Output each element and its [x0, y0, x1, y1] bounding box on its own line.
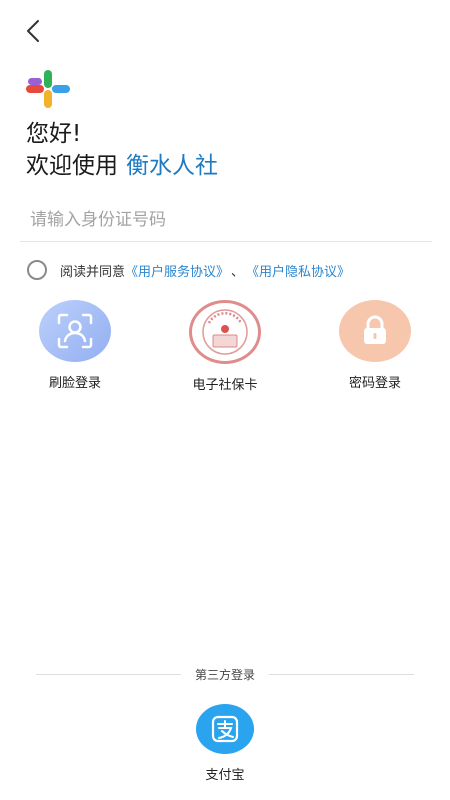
social-security-card-button[interactable]: 电子社保卡 [175, 300, 275, 393]
divider-right [269, 673, 415, 675]
agreement-checkbox[interactable] [27, 260, 47, 280]
alipay-login-button[interactable]: 支付宝 [175, 704, 275, 783]
alipay-label: 支付宝 [205, 768, 245, 783]
greeting-text: 您好! [26, 121, 82, 147]
chevron-left-icon [27, 20, 39, 42]
service-agreement-link[interactable]: 《用户服务协议》 [125, 261, 229, 280]
social-security-card-icon [202, 309, 248, 355]
divider-left [36, 673, 181, 675]
agreement-prefix: 阅读并同意 [60, 264, 126, 280]
agreement-separator: 、 [231, 264, 245, 280]
face-login-button[interactable]: 刷脸登录 [25, 300, 125, 391]
password-login-button[interactable]: 密码登录 [325, 300, 425, 391]
face-login-label: 刷脸登录 [48, 376, 101, 391]
input-underline [20, 241, 432, 242]
social-security-card-label: 电子社保卡 [192, 378, 258, 393]
privacy-agreement-link[interactable]: 《用户隐私协议》 [246, 261, 350, 280]
id-number-input[interactable] [22, 200, 430, 240]
lock-icon [364, 315, 386, 344]
welcome-prefix: 欢迎使用 [26, 153, 118, 179]
third-party-divider: 第三方登录 [36, 664, 415, 684]
app-name: 衡水人社 [126, 153, 218, 179]
third-party-title: 第三方登录 [195, 667, 256, 682]
welcome-text: 欢迎使用 衡水人社 [26, 150, 218, 182]
app-logo [26, 70, 70, 108]
agreement-row: 阅读并同意 《用户服务协议》 、 《用户隐私协议》 [27, 258, 350, 282]
alipay-icon [211, 715, 239, 743]
password-login-label: 密码登录 [348, 376, 401, 391]
face-scan-icon [57, 313, 93, 349]
back-button[interactable] [20, 16, 50, 46]
